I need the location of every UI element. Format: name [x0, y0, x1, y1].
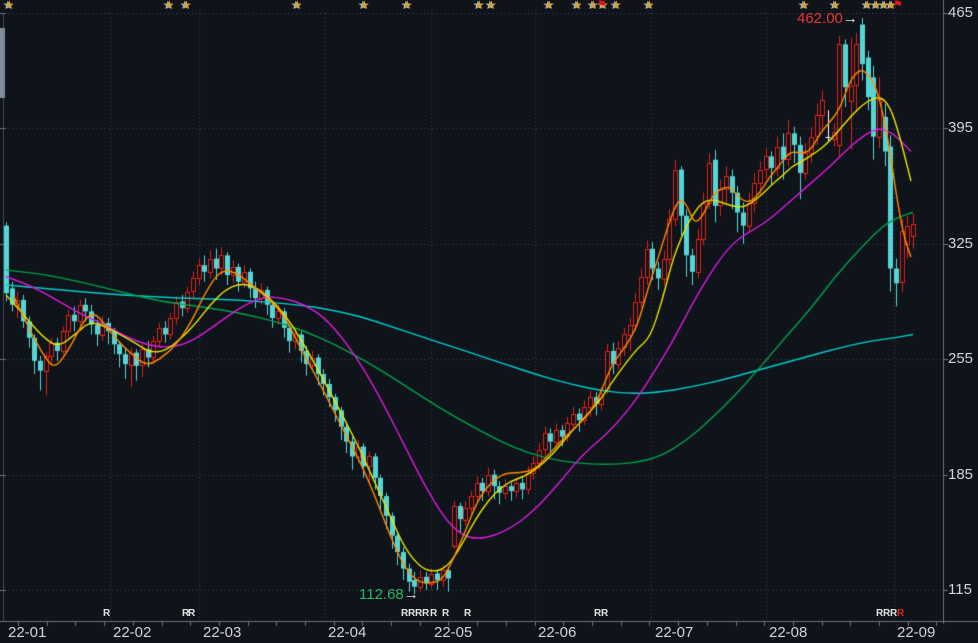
y-axis-label: 185	[948, 465, 974, 483]
event-star-icon: ★	[181, 0, 192, 12]
r-event-marker: R	[422, 608, 430, 619]
x-axis-label: 22-06	[538, 624, 577, 641]
x-axis-label: 22-02	[113, 624, 152, 641]
event-star-icon: ★	[644, 0, 655, 12]
event-star-icon: ★	[402, 0, 413, 12]
y-axis-label: 465	[948, 4, 974, 21]
event-flag-icon: ⚑	[597, 0, 607, 11]
r-event-marker: R	[103, 608, 111, 619]
event-star-icon: ★	[4, 0, 15, 12]
x-axis-label: 22-04	[328, 624, 367, 641]
stock-chart-screen: 462.00→ 112.68→ 465 395 325 255 185 115 22-01 2…	[0, 0, 978, 643]
r-event-marker: R	[188, 608, 196, 619]
event-star-icon: ★	[544, 0, 555, 12]
event-star-icon: ★	[292, 0, 303, 12]
event-star-icon: ★	[359, 0, 370, 12]
high-price-text: 462.00	[797, 10, 843, 27]
r-event-marker: R	[601, 608, 609, 619]
event-star-icon: ★	[611, 0, 622, 12]
event-star-icon: ★	[164, 0, 175, 12]
r-event-marker: R	[897, 608, 905, 619]
candlestick-chart-canvas[interactable]	[0, 0, 978, 643]
high-price-arrow-icon: →	[842, 10, 858, 27]
x-axis-label: 22-01	[8, 624, 47, 641]
y-axis-label: 115	[948, 581, 972, 598]
r-event-marker: R	[442, 608, 450, 619]
low-price-arrow-icon: →	[403, 586, 419, 603]
y-axis-label: 325	[948, 234, 974, 252]
x-axis-label: 22-08	[769, 624, 808, 641]
event-star-icon: ★	[799, 0, 810, 12]
x-axis-label: 22-07	[655, 624, 694, 641]
event-star-icon: ★	[572, 0, 583, 12]
y-axis-label: 395	[948, 119, 974, 137]
x-axis-label: 22-03	[203, 624, 242, 641]
r-event-marker: R	[464, 608, 472, 619]
low-price-annotation: 112.68→	[359, 587, 419, 603]
x-axis-label: 22-09	[897, 624, 936, 641]
low-price-text: 112.68	[359, 586, 404, 603]
y-axis-label: 255	[948, 350, 974, 368]
event-star-icon: ★	[486, 0, 497, 12]
high-price-annotation: 462.00→	[797, 11, 858, 27]
event-star-icon: ★	[474, 0, 485, 12]
r-event-marker: R	[430, 608, 438, 619]
event-flag-icon: ⚑	[893, 0, 903, 11]
event-star-icon: ★	[830, 0, 841, 12]
x-axis-label: 22-05	[434, 624, 473, 641]
